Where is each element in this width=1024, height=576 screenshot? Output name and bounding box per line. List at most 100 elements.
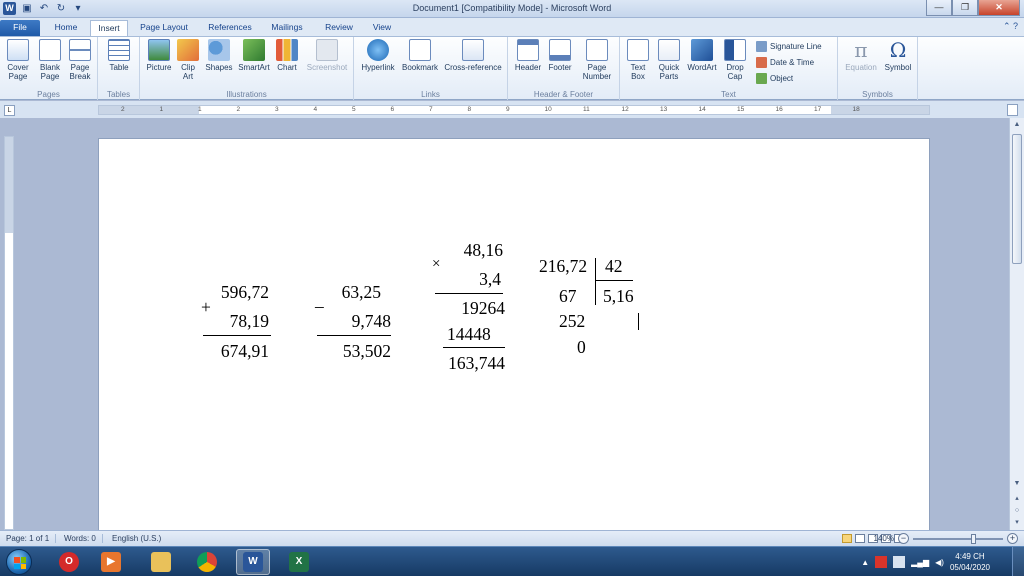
maximize-button[interactable]: ❐ — [952, 0, 978, 16]
date-time-button[interactable]: Date & Time — [756, 57, 814, 68]
language-indicator[interactable]: English (U.S.) — [112, 534, 167, 543]
group-label-header-footer: Header & Footer — [533, 90, 594, 99]
taskbar-chrome[interactable] — [190, 549, 224, 575]
scroll-up-icon[interactable]: ▲ — [1011, 119, 1023, 131]
zoom-out-button[interactable]: − — [898, 533, 909, 544]
subtraction-line — [317, 335, 391, 336]
object-icon — [756, 73, 767, 84]
close-button[interactable]: ✕ — [978, 0, 1020, 16]
blank-page-button[interactable]: Blank Page — [36, 39, 64, 81]
symbol-button[interactable]: Ω Symbol — [882, 39, 914, 72]
next-page-icon[interactable]: ▾ — [1011, 517, 1023, 529]
cross-reference-button[interactable]: Cross-reference — [442, 39, 504, 72]
zoom-level[interactable]: 140% — [874, 534, 894, 543]
taskbar-word[interactable]: W — [236, 549, 270, 575]
print-layout-icon[interactable] — [842, 534, 852, 543]
division-vertical-line — [595, 258, 596, 305]
keyboard-icon[interactable] — [893, 556, 906, 568]
taskbar-media[interactable]: ▶ — [94, 549, 128, 575]
show-desktop-button[interactable] — [1012, 547, 1024, 576]
ruler-number: 18 — [852, 106, 860, 113]
help-icon[interactable]: ⌃ ? — [1003, 21, 1018, 32]
scrollbar-thumb[interactable] — [1012, 134, 1022, 264]
blank-page-icon — [39, 39, 61, 61]
network-icon[interactable]: ▂▄▆ — [911, 558, 929, 567]
scroll-down-icon[interactable]: ▼ — [1011, 478, 1023, 490]
ruler-number: 15 — [737, 106, 745, 113]
taskbar-explorer[interactable] — [144, 549, 178, 575]
screenshot-button[interactable]: Screenshot — [304, 39, 350, 72]
word-count[interactable]: Words: 0 — [64, 534, 103, 543]
hyperlink-button[interactable]: Hyperlink — [358, 39, 398, 72]
vertical-ruler — [4, 136, 14, 530]
excel-icon: X — [289, 552, 309, 572]
ruler-number: 8 — [467, 106, 472, 113]
footer-button[interactable]: Footer — [544, 39, 576, 72]
signature-line-button[interactable]: Signature Line — [756, 41, 822, 52]
addition-line — [203, 335, 271, 336]
folder-icon — [151, 552, 171, 572]
show-hidden-icons-icon[interactable]: ▲ — [861, 558, 869, 567]
text-box-button[interactable]: Text Box — [624, 39, 652, 81]
page-break-button[interactable]: Page Break — [66, 39, 94, 81]
ruler-number: 14 — [698, 106, 706, 113]
start-button[interactable] — [6, 549, 32, 575]
minimize-button[interactable]: — — [926, 0, 952, 16]
pi-icon: π — [854, 38, 868, 62]
taskbar-excel[interactable]: X — [282, 549, 316, 575]
taskbar-opera[interactable]: O — [52, 549, 86, 575]
cover-page-button[interactable]: Cover Page — [4, 39, 32, 81]
view-ruler-icon[interactable] — [1007, 104, 1018, 116]
tab-page-layout[interactable]: Page Layout — [136, 20, 192, 36]
page-number-button[interactable]: Page Number — [578, 39, 616, 81]
object-button[interactable]: Object — [756, 73, 793, 84]
picture-button[interactable]: Picture — [144, 39, 174, 72]
full-screen-reading-icon[interactable] — [855, 534, 865, 543]
page-count[interactable]: Page: 1 of 1 — [6, 534, 57, 543]
antivirus-icon[interactable] — [875, 556, 888, 568]
ruler-row: L 2 1 1 2 3 4 5 6 7 8 9 10 11 12 13 14 15 16 17 18 — [0, 101, 1024, 118]
horizontal-ruler[interactable]: 2 1 1 2 3 4 5 6 7 8 9 10 11 12 13 14 15 16 17 18 — [98, 105, 930, 115]
tab-insert[interactable]: Insert — [90, 20, 128, 36]
shapes-button[interactable]: Shapes — [204, 39, 234, 72]
previous-page-icon[interactable]: ▴ — [1011, 493, 1023, 505]
drop-cap-button[interactable]: Drop Cap — [722, 39, 748, 81]
volume-icon[interactable]: ◀) — [935, 558, 944, 567]
group-illustrations: Picture Clip Art Shapes SmartArt Chart S… — [140, 37, 354, 100]
clock[interactable]: 4:49 CH 05/04/2020 — [950, 551, 990, 573]
tab-home[interactable]: Home — [48, 20, 84, 36]
tab-selector-button[interactable]: L — [4, 105, 15, 116]
zoom-slider-thumb[interactable] — [971, 533, 976, 544]
bookmark-button[interactable]: Bookmark — [400, 39, 440, 72]
select-browse-object-icon[interactable]: ○ — [1011, 505, 1023, 517]
clip-art-button[interactable]: Clip Art — [176, 39, 200, 81]
header-button[interactable]: Header — [512, 39, 544, 72]
vertical-ruler-top-margin — [5, 137, 13, 233]
wordart-button[interactable]: WordArt — [686, 39, 718, 72]
quick-parts-button[interactable]: Quick Parts — [654, 39, 684, 81]
omega-icon: Ω — [889, 38, 907, 62]
tab-references[interactable]: References — [204, 20, 256, 36]
equation-button[interactable]: π Equation — [842, 39, 880, 72]
document-area[interactable]: + 596,72 78,19 674,91 – 63,25 9,748 53,5… — [16, 118, 1009, 530]
tab-mailings[interactable]: Mailings — [266, 20, 308, 36]
ruler-left-margin — [99, 106, 199, 114]
ruler-number: 10 — [544, 106, 552, 113]
vertical-scrollbar[interactable]: ▲ ▼ ▴ ○ ▾ — [1009, 118, 1024, 530]
tab-review[interactable]: Review — [320, 20, 358, 36]
signature-line-icon — [756, 41, 767, 52]
window-title: Document1 [Compatibility Mode] - Microso… — [412, 3, 612, 13]
tab-view[interactable]: View — [366, 20, 398, 36]
ruler-number: 2 — [236, 106, 241, 113]
zoom-slider[interactable] — [913, 533, 1003, 544]
table-button[interactable]: Table — [104, 39, 134, 72]
zoom-in-button[interactable]: + — [1007, 533, 1018, 544]
document-page[interactable]: + 596,72 78,19 674,91 – 63,25 9,748 53,5… — [98, 138, 930, 530]
system-tray: ▲ ▂▄▆ ◀) 4:49 CH 05/04/2020 — [861, 547, 990, 576]
clock-time: 4:49 CH — [955, 552, 985, 561]
ruler-number: 17 — [814, 106, 822, 113]
picture-icon — [148, 39, 170, 61]
smartart-button[interactable]: SmartArt — [236, 39, 272, 72]
tab-file[interactable]: File — [0, 20, 40, 36]
chart-button[interactable]: Chart — [274, 39, 300, 72]
